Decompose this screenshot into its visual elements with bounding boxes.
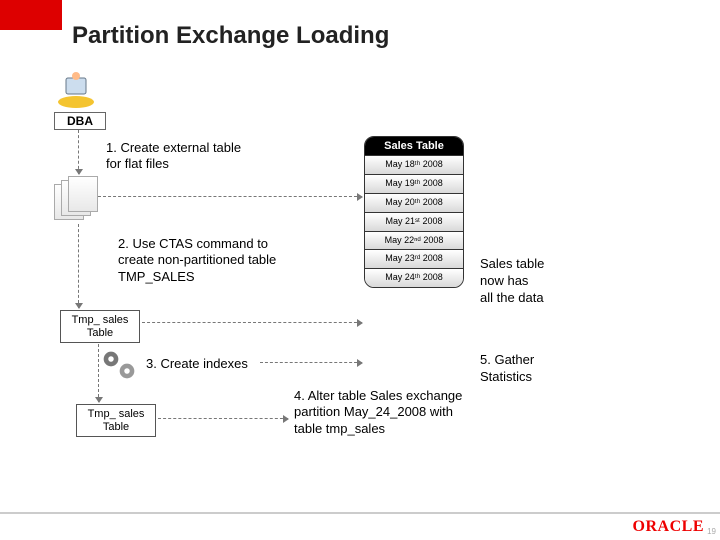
connector — [98, 344, 99, 402]
page-number: 19 — [707, 527, 716, 536]
sales-table-header: Sales Table — [365, 137, 463, 155]
step-2-text: 2. Use CTAS command to create non-partit… — [118, 236, 288, 285]
note-all-data: Sales table now has all the data — [480, 256, 544, 307]
oracle-logo: ORACLE — [633, 518, 704, 536]
dba-label: DBA — [54, 112, 106, 130]
flat-files-icon — [54, 176, 98, 220]
step-5-text: 5. Gather Statistics — [480, 352, 534, 386]
partition-row: May 24ᵗʰ 2008 — [365, 268, 463, 287]
partition-row: May 23ʳᵈ 2008 — [365, 249, 463, 268]
tmp-sales-box-1: Tmp_ sales Table — [60, 310, 140, 343]
connector — [142, 322, 362, 323]
connector — [98, 196, 362, 197]
connector — [260, 362, 362, 363]
page-title: Partition Exchange Loading — [72, 22, 389, 50]
partition-row: May 20ᵗʰ 2008 — [365, 193, 463, 212]
connector — [78, 224, 79, 308]
partition-row: May 18ᵗʰ 2008 — [365, 155, 463, 174]
gear-icon — [116, 360, 138, 382]
partition-row: May 21ˢᵗ 2008 — [365, 212, 463, 231]
dba-icon — [56, 72, 96, 108]
partition-row: May 22ⁿᵈ 2008 — [365, 231, 463, 250]
step-3-text: 3. Create indexes — [146, 356, 248, 371]
step-1-text: 1. Create external table for flat files — [106, 140, 241, 173]
step-4-text: 4. Alter table Sales exchange partition … — [294, 388, 474, 437]
partition-row: May 19ᵗʰ 2008 — [365, 174, 463, 193]
connector — [158, 418, 288, 419]
slide-accent — [0, 0, 62, 30]
connector — [78, 130, 79, 174]
tmp-sales-box-2: Tmp_ sales Table — [76, 404, 156, 437]
footer-divider — [0, 512, 720, 514]
sales-table: Sales Table May 18ᵗʰ 2008 May 19ᵗʰ 2008 … — [364, 136, 464, 288]
